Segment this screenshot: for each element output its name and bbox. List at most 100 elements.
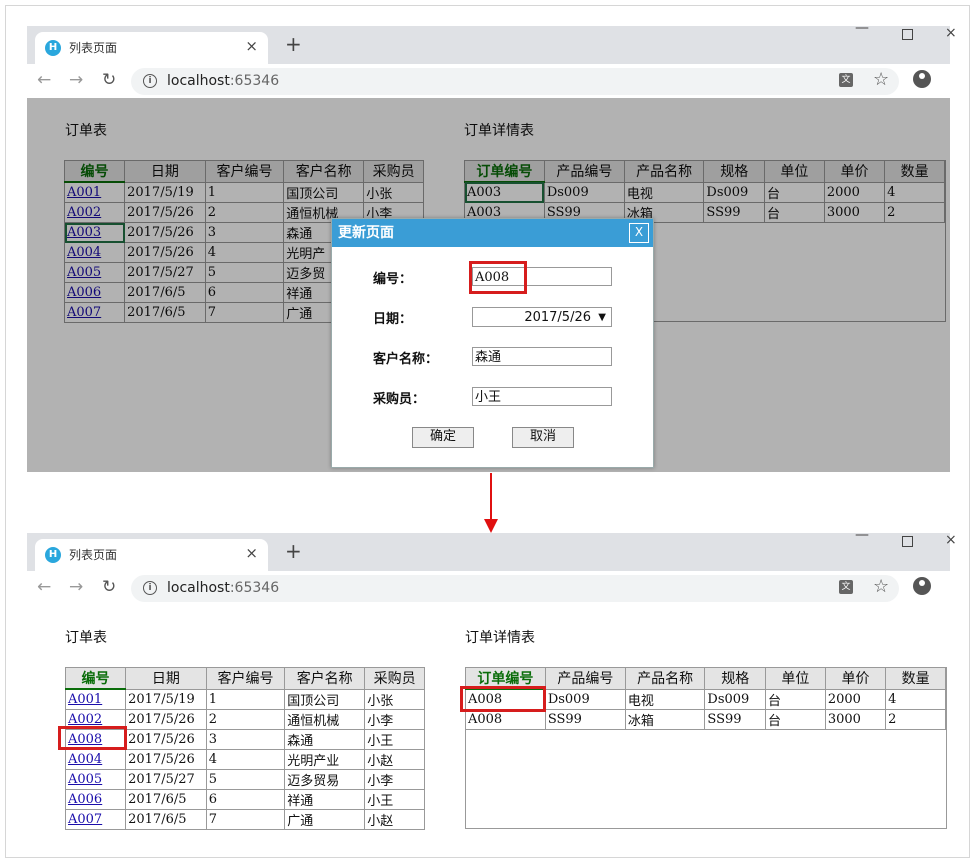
back-arrow-icon[interactable]: ← (37, 577, 51, 597)
order-id-link[interactable]: A002 (68, 712, 102, 727)
column-header[interactable]: 编号 (64, 667, 127, 690)
order-id-link[interactable]: A005 (68, 772, 102, 787)
site-info-icon[interactable]: i (143, 581, 157, 595)
table-cell[interactable]: 2017/5/26 (125, 709, 207, 730)
translate-icon[interactable]: 文 (839, 580, 853, 594)
site-info-icon[interactable]: i (143, 74, 157, 88)
ok-button[interactable]: 确定 (412, 427, 474, 448)
order-id-link[interactable]: A007 (68, 812, 102, 827)
browser-tab[interactable]: H 列表页面 × (35, 32, 268, 64)
window-close-icon[interactable]: × (945, 25, 957, 41)
table-cell[interactable]: 2000 (824, 688, 887, 710)
account-icon[interactable] (913, 577, 931, 595)
table-cell[interactable]: SS99 (704, 709, 767, 730)
table-cell[interactable]: 小赵 (364, 749, 425, 770)
column-header[interactable]: 单位 (765, 667, 826, 690)
table-cell[interactable]: Ds009 (544, 688, 626, 710)
browser-tab[interactable]: H 列表页面 × (35, 539, 268, 571)
url-field[interactable]: i localhost:65346 文 ☆ (131, 575, 899, 602)
column-header[interactable]: 产品编号 (544, 667, 626, 690)
table-cell[interactable]: A001 (64, 688, 127, 710)
table-cell[interactable]: 台 (765, 709, 826, 730)
table-cell[interactable]: 6 (205, 789, 286, 810)
minimize-icon[interactable]: — (855, 527, 869, 543)
forward-arrow-icon[interactable]: → (69, 70, 83, 90)
order-id-link[interactable]: A006 (68, 792, 102, 807)
bookmark-star-icon[interactable]: ☆ (873, 69, 889, 90)
column-header[interactable]: 日期 (125, 667, 207, 690)
column-header[interactable]: 规格 (704, 667, 767, 690)
order-id-link[interactable]: A001 (68, 692, 102, 707)
forward-arrow-icon[interactable]: → (69, 577, 83, 597)
column-header[interactable]: 采购员 (364, 667, 425, 690)
table-cell[interactable]: 2017/6/5 (125, 789, 207, 810)
table-cell[interactable]: 台 (765, 688, 826, 710)
reload-icon[interactable]: ↻ (102, 577, 116, 597)
table-cell[interactable]: 小李 (364, 769, 425, 790)
order-id-link[interactable]: A004 (68, 752, 102, 767)
table-cell[interactable]: Ds009 (704, 688, 767, 710)
table-cell[interactable]: 国顶公司 (284, 688, 366, 710)
column-header[interactable]: 客户编号 (205, 667, 286, 690)
table-cell[interactable]: SS99 (544, 709, 626, 730)
table-cell[interactable]: 5 (205, 769, 286, 790)
table-cell[interactable]: 迈多贸易 (284, 769, 366, 790)
table-cell[interactable]: 2017/5/27 (125, 769, 207, 790)
table-row: A004 2017/5/26 4 光明产业 小赵 (64, 749, 425, 770)
translate-icon[interactable]: 文 (839, 73, 853, 87)
bookmark-star-icon[interactable]: ☆ (873, 576, 889, 597)
table-cell[interactable]: 2017/5/26 (125, 729, 207, 750)
date-select[interactable]: 2017/5/26 ▼ (472, 307, 612, 327)
tab-close-icon[interactable]: × (245, 544, 258, 562)
table-cell[interactable]: 3 (205, 729, 286, 750)
minimize-icon[interactable]: — (855, 20, 869, 36)
table-cell[interactable]: 冰箱 (624, 709, 706, 730)
table-cell[interactable]: A005 (64, 769, 127, 790)
table-cell[interactable]: A008 (465, 709, 546, 730)
url-field[interactable]: i localhost:65346 文 ☆ (131, 68, 899, 95)
table-cell[interactable]: 2017/6/5 (125, 809, 207, 830)
table-cell[interactable]: 广通 (284, 809, 366, 830)
table-cell[interactable]: 小赵 (364, 809, 425, 830)
table-cell[interactable]: 森通 (284, 729, 366, 750)
table-row: A007 2017/6/5 7 广通 小赵 (64, 809, 425, 830)
table-cell[interactable]: 1 (205, 688, 286, 710)
new-tab-icon[interactable]: + (285, 539, 302, 563)
table-cell[interactable]: A007 (64, 809, 127, 830)
table-cell[interactable]: A004 (64, 749, 127, 770)
table-cell[interactable]: 4 (885, 688, 946, 710)
tab-close-icon[interactable]: × (245, 37, 258, 55)
table-cell[interactable]: 祥通 (284, 789, 366, 810)
table-cell[interactable]: A006 (64, 789, 127, 810)
buyer-input[interactable]: 小王 (472, 387, 612, 406)
table-cell[interactable]: 小王 (364, 789, 425, 810)
maximize-icon[interactable] (902, 536, 913, 547)
table-cell[interactable]: 小张 (364, 688, 425, 710)
table-cell[interactable]: 2017/5/26 (125, 749, 207, 770)
table-cell[interactable]: 2 (885, 709, 946, 730)
window-close-icon[interactable]: × (945, 532, 957, 548)
dialog-close-icon[interactable]: X (629, 223, 649, 243)
cancel-button[interactable]: 取消 (512, 427, 574, 448)
back-arrow-icon[interactable]: ← (37, 70, 51, 90)
highlight-order-id (58, 726, 127, 750)
account-icon[interactable] (913, 70, 931, 88)
column-header[interactable]: 客户名称 (284, 667, 366, 690)
table-cell[interactable]: 小李 (364, 709, 425, 730)
table-cell[interactable]: 3000 (824, 709, 887, 730)
customer-input[interactable]: 森通 (472, 347, 612, 366)
table-cell[interactable]: 7 (205, 809, 286, 830)
table-cell[interactable]: 通恒机械 (284, 709, 366, 730)
table-cell[interactable]: 2 (205, 709, 286, 730)
reload-icon[interactable]: ↻ (102, 70, 116, 90)
column-header[interactable]: 单价 (824, 667, 887, 690)
table-cell[interactable]: 4 (205, 749, 286, 770)
table-cell[interactable]: 光明产业 (284, 749, 366, 770)
table-cell[interactable]: 2017/5/19 (125, 688, 207, 710)
column-header[interactable]: 产品名称 (624, 667, 706, 690)
table-cell[interactable]: 小王 (364, 729, 425, 750)
column-header[interactable]: 数量 (885, 667, 946, 690)
new-tab-icon[interactable]: + (285, 32, 302, 56)
table-cell[interactable]: 电视 (624, 688, 706, 710)
maximize-icon[interactable] (902, 29, 913, 40)
